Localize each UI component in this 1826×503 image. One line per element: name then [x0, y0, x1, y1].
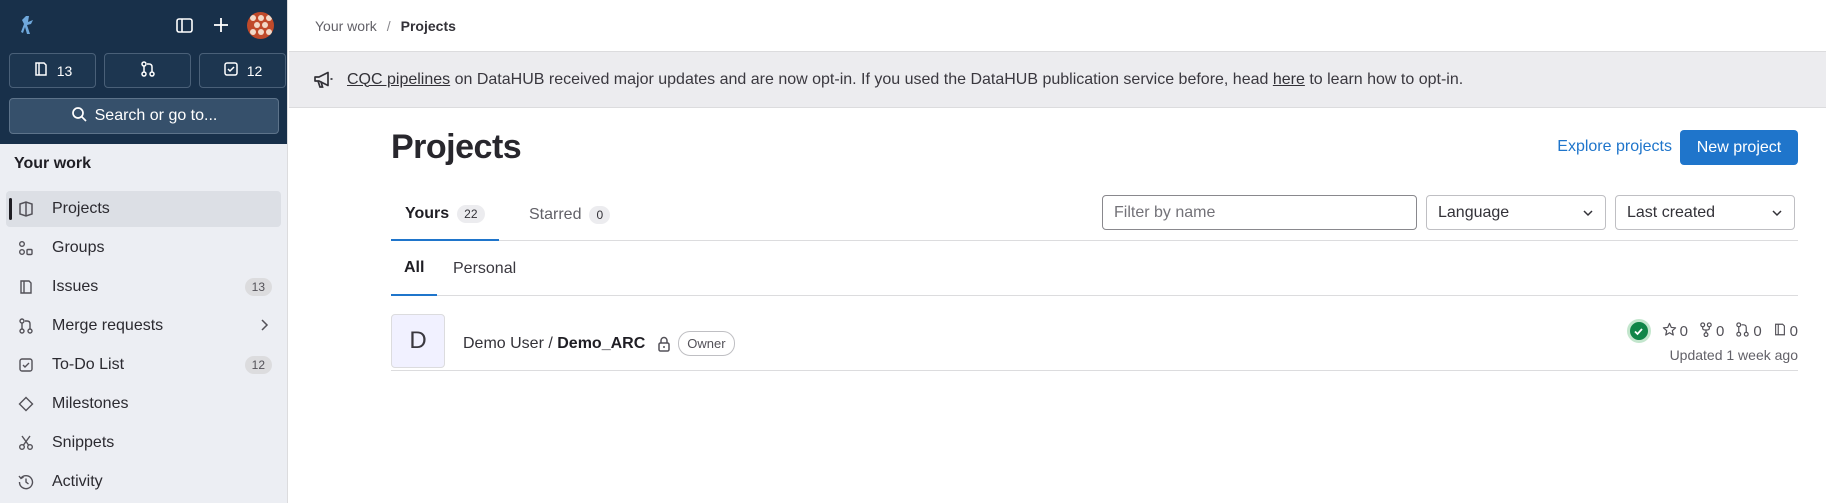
search-label: Search or go to...	[94, 107, 218, 124]
logo-icon[interactable]	[18, 14, 38, 36]
new-project-button[interactable]: New project	[1680, 130, 1798, 165]
merge-request-icon	[1735, 321, 1750, 341]
stars-value: 0	[1679, 322, 1688, 340]
project-namespace[interactable]: Demo User /	[463, 335, 557, 353]
project-tabs: Yours 22 Starred 0 Filter by name Langua…	[391, 188, 1798, 241]
issues-count[interactable]: 0	[1773, 322, 1798, 341]
tab-count: 0	[589, 205, 611, 224]
sidebar-item-label: Activity	[52, 473, 103, 490]
sidebar-item-label: Snippets	[52, 434, 115, 451]
sidebar-item-groups[interactable]: Groups	[6, 230, 281, 266]
sidebar-item-todo[interactable]: To-Do List 12	[6, 347, 281, 383]
search-button[interactable]: Search or go to...	[9, 98, 279, 134]
banner-text: on DataHUB received major updates and ar…	[450, 70, 1273, 88]
explore-projects-link[interactable]: Explore projects	[1557, 138, 1672, 156]
megaphone-icon	[313, 71, 333, 89]
chevron-right-icon	[259, 318, 269, 337]
main-content: Your work / Projects CQC pipelines on Da…	[289, 0, 1826, 503]
project-icon	[18, 200, 36, 218]
tab-personal[interactable]: Personal	[453, 242, 516, 296]
avatar[interactable]	[247, 12, 274, 39]
page-title: Projects	[391, 128, 522, 166]
todo-icon	[18, 356, 36, 374]
project-avatar[interactable]: D	[391, 314, 445, 368]
merge-requests-counter-button[interactable]	[104, 53, 191, 88]
sidebar-item-snippets[interactable]: Snippets	[6, 425, 281, 461]
language-dropdown[interactable]: Language	[1426, 195, 1606, 230]
milestone-icon	[18, 395, 36, 413]
project-title: Demo User / Demo_ARC Owner	[463, 331, 735, 356]
sidebar-item-label: To-Do List	[52, 356, 125, 373]
todo-count: 12	[246, 62, 263, 79]
issues-count: 13	[56, 62, 73, 79]
todo-icon	[223, 61, 239, 80]
tab-starred[interactable]: Starred 0	[515, 188, 624, 241]
sidebar: 13 12 Search or go to... Your work Proje…	[0, 0, 288, 503]
sidebar-item-label: Milestones	[52, 395, 129, 412]
banner-text-end: to learn how to opt-in.	[1304, 70, 1464, 88]
chevron-down-icon	[1582, 206, 1594, 224]
project-subtabs: All Personal	[391, 242, 1798, 296]
sidebar-item-issues[interactable]: Issues 13	[6, 269, 281, 305]
issues-counter-button[interactable]: 13	[9, 53, 96, 88]
language-label: Language	[1438, 203, 1510, 221]
fork-icon	[1699, 321, 1713, 341]
sidebar-header: 13 12 Search or go to...	[0, 0, 287, 144]
issues-badge: 13	[244, 278, 272, 296]
tab-all[interactable]: All	[391, 242, 438, 296]
chevron-down-icon	[1771, 206, 1783, 224]
snippet-icon	[18, 434, 36, 452]
sidebar-item-label: Issues	[52, 278, 99, 295]
project-row: D Demo User / Demo_ARC Owner 0 0 0 0 Upd…	[391, 297, 1798, 371]
sort-label: Last created	[1627, 203, 1716, 221]
breadcrumb-current[interactable]: Projects	[401, 18, 456, 34]
tab-yours[interactable]: Yours 22	[391, 188, 499, 241]
merge-requests-count[interactable]: 0	[1735, 321, 1762, 341]
sidebar-item-milestones[interactable]: Milestones	[6, 386, 281, 422]
sidebar-item-label: Groups	[52, 239, 105, 256]
breadcrumb-parent-link[interactable]: Your work	[315, 18, 377, 34]
sidebar-section-title: Your work	[14, 155, 92, 172]
sidebar-item-activity[interactable]: Activity	[6, 464, 281, 500]
updated-timestamp: Updated 1 week ago	[1669, 347, 1798, 363]
todo-badge: 12	[244, 356, 272, 374]
sidebar-item-label: Projects	[52, 200, 110, 217]
sidebar-item-merge-requests[interactable]: Merge requests	[6, 308, 281, 344]
forks-value: 0	[1715, 322, 1725, 340]
plus-icon[interactable]	[210, 14, 232, 36]
project-name-link[interactable]: Demo_ARC	[557, 335, 645, 353]
broadcast-banner: CQC pipelines on DataHUB received major …	[289, 52, 1826, 108]
issues-icon	[18, 278, 36, 296]
issues-icon	[33, 61, 49, 80]
sort-dropdown[interactable]: Last created	[1615, 195, 1795, 230]
stars-count[interactable]: 0	[1662, 322, 1688, 341]
sidebar-toggle-icon[interactable]	[173, 14, 195, 36]
banner-link-pipelines[interactable]: CQC pipelines	[347, 71, 450, 89]
issues-value: 0	[1789, 322, 1798, 340]
breadcrumb: Your work / Projects	[289, 0, 1826, 52]
tab-label: Starred	[529, 205, 582, 223]
filter-by-name-input[interactable]: Filter by name	[1102, 195, 1417, 230]
pipeline-success-icon[interactable]	[1626, 319, 1651, 343]
banner-link-here[interactable]: here	[1273, 71, 1305, 89]
project-stats: 0 0 0 0	[1626, 319, 1798, 343]
forks-count[interactable]: 0	[1699, 321, 1725, 341]
merge-request-icon	[140, 61, 156, 80]
sidebar-item-projects[interactable]: Projects	[6, 191, 281, 227]
tab-count: 22	[457, 204, 485, 223]
lock-icon	[657, 336, 671, 352]
issues-icon	[1773, 322, 1787, 341]
star-icon	[1662, 322, 1677, 341]
breadcrumb-separator: /	[386, 17, 391, 34]
sidebar-item-label: Merge requests	[52, 317, 164, 334]
merge-requests-value: 0	[1753, 322, 1762, 340]
history-icon	[18, 473, 36, 491]
todo-counter-button[interactable]: 12	[199, 53, 286, 88]
role-badge: Owner	[678, 331, 735, 356]
group-icon	[18, 239, 36, 257]
search-icon	[71, 106, 87, 127]
tab-label: Yours	[405, 204, 450, 222]
merge-request-icon	[18, 317, 36, 335]
